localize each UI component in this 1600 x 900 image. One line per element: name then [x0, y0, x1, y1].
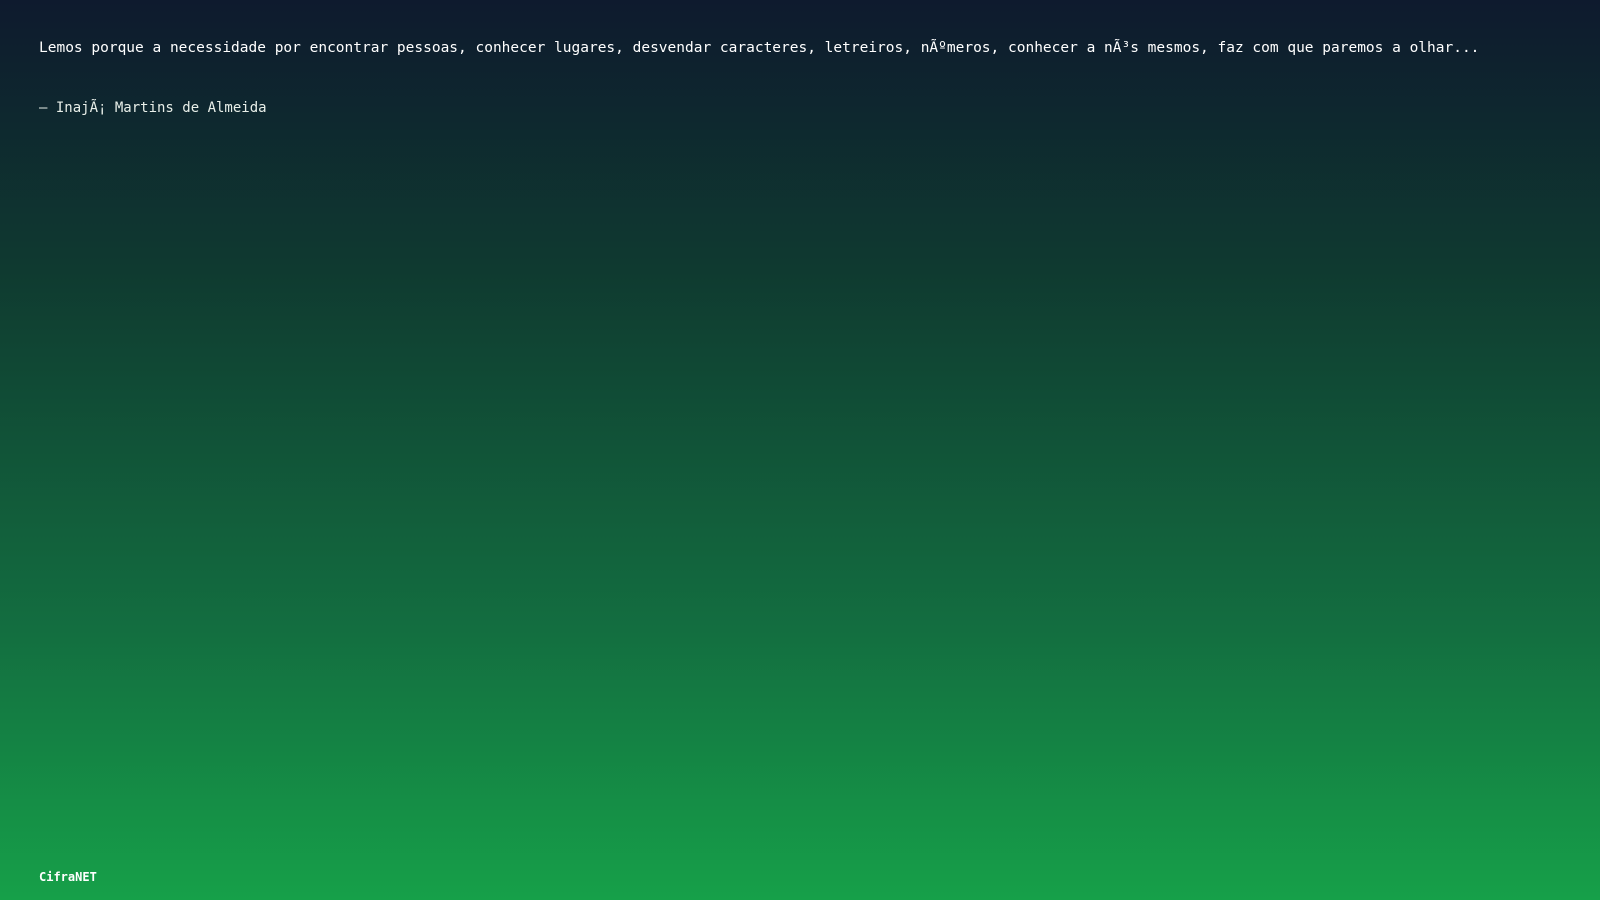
quote-text: Lemos porque a necessidade por encontrar… — [39, 40, 1480, 56]
quote-author: – InajÃ¡ Martins de Almeida — [39, 100, 267, 116]
brand-name: CifraNET — [39, 870, 97, 884]
